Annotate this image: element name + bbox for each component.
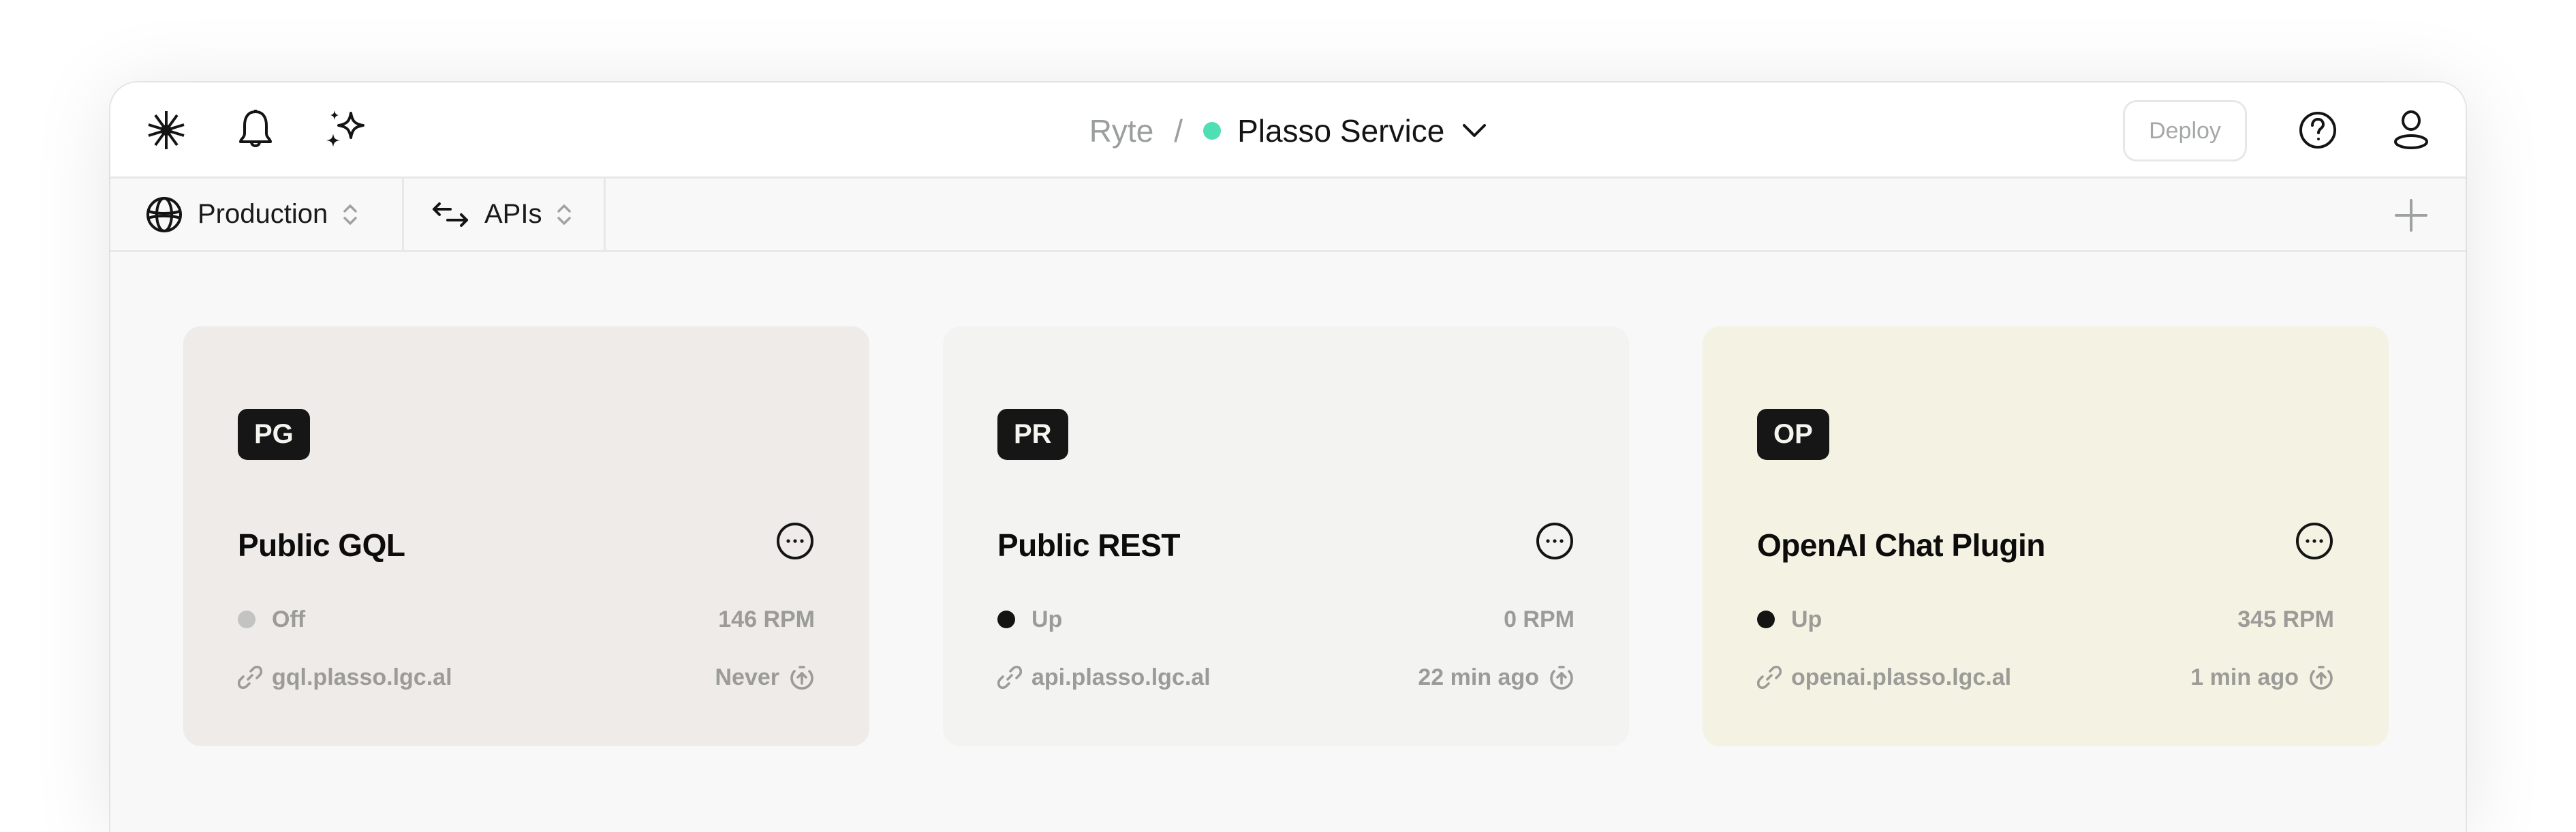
rpm-value: 0 RPM [1504, 606, 1574, 632]
api-card[interactable]: OP OpenAI Chat Plugin Up 345 RPM openai.… [1703, 326, 2389, 746]
plus-icon[interactable] [2389, 194, 2433, 237]
api-badge: PG [238, 409, 310, 460]
sparkles-icon[interactable] [322, 106, 370, 154]
link-icon [1757, 665, 1782, 690]
deploy-status-icon [789, 664, 815, 690]
help-icon[interactable] [2294, 106, 2342, 154]
status-row: Off 146 RPM [238, 602, 815, 636]
breadcrumb-org[interactable]: Ryte [1089, 112, 1154, 149]
last-deploy-time: 1 min ago [2190, 664, 2299, 690]
deploy-status-icon [1549, 664, 1574, 690]
more-options-icon[interactable] [1535, 521, 1574, 561]
api-badge-label: PR [1014, 419, 1052, 449]
deploy-button[interactable]: Deploy [2123, 100, 2247, 161]
status-dot [997, 611, 1015, 628]
rpm-value: 345 RPM [2237, 606, 2334, 632]
user-icon[interactable] [2387, 106, 2435, 154]
api-title: Public GQL [238, 527, 405, 563]
api-badge: OP [1757, 409, 1829, 460]
section-selector[interactable]: APIs [404, 179, 606, 250]
link-row: gql.plasso.lgc.al Never [238, 660, 815, 694]
api-url-link[interactable]: openai.plasso.lgc.al [1791, 664, 2011, 691]
environment-selector[interactable]: Production [110, 179, 404, 250]
bell-icon[interactable] [232, 106, 279, 154]
link-row: openai.plasso.lgc.al 1 min ago [1757, 660, 2334, 694]
environment-label: Production [198, 199, 328, 229]
chevron-down-icon [1462, 123, 1487, 138]
deploy-status-icon [2308, 664, 2334, 690]
link-icon [238, 665, 262, 690]
api-card[interactable]: PG Public GQL Off 146 RPM gql.plasso.lgc… [183, 326, 869, 746]
last-deploy-time: Never [715, 664, 779, 690]
status-row: Up 345 RPM [1757, 602, 2334, 636]
status-label: Off [272, 606, 306, 632]
chevron-up-down-icon [343, 202, 358, 227]
api-badge-label: PG [254, 419, 294, 449]
globe-icon [146, 196, 183, 233]
api-card[interactable]: PR Public REST Up 0 RPM api.plasso.lgc.a… [943, 326, 1629, 746]
api-title: Public REST [997, 527, 1180, 563]
service-status-dot [1203, 121, 1222, 140]
service-selector[interactable]: Plasso Service [1237, 112, 1487, 149]
status-dot [238, 611, 255, 628]
section-label: APIs [484, 199, 542, 229]
breadcrumb: Ryte / Plasso Service [110, 82, 2466, 179]
api-title: OpenAI Chat Plugin [1757, 527, 2045, 563]
sparkle-logo-icon[interactable] [142, 106, 190, 154]
arrows-left-right-icon [431, 201, 469, 228]
last-deploy-time: 22 min ago [1418, 664, 1539, 690]
more-options-icon[interactable] [2295, 521, 2334, 561]
rpm-value: 146 RPM [718, 606, 815, 632]
status-label: Up [1031, 606, 1063, 632]
link-icon [997, 665, 1022, 690]
status-row: Up 0 RPM [997, 602, 1574, 636]
status-dot [1757, 611, 1775, 628]
more-options-icon[interactable] [775, 521, 815, 561]
breadcrumb-separator: / [1174, 112, 1183, 149]
chevron-up-down-icon [557, 202, 572, 227]
app-window: Ryte / Plasso Service Deploy Production … [110, 82, 2466, 832]
top-bar: Ryte / Plasso Service Deploy [110, 82, 2466, 179]
api-url-link[interactable]: api.plasso.lgc.al [1031, 664, 1211, 691]
link-row: api.plasso.lgc.al 22 min ago [997, 660, 1574, 694]
api-badge: PR [997, 409, 1068, 460]
status-label: Up [1791, 606, 1822, 632]
api-badge-label: OP [1773, 419, 1813, 449]
service-name: Plasso Service [1237, 112, 1445, 149]
context-bar: Production APIs [110, 179, 2466, 252]
api-url-link[interactable]: gql.plasso.lgc.al [272, 664, 452, 691]
